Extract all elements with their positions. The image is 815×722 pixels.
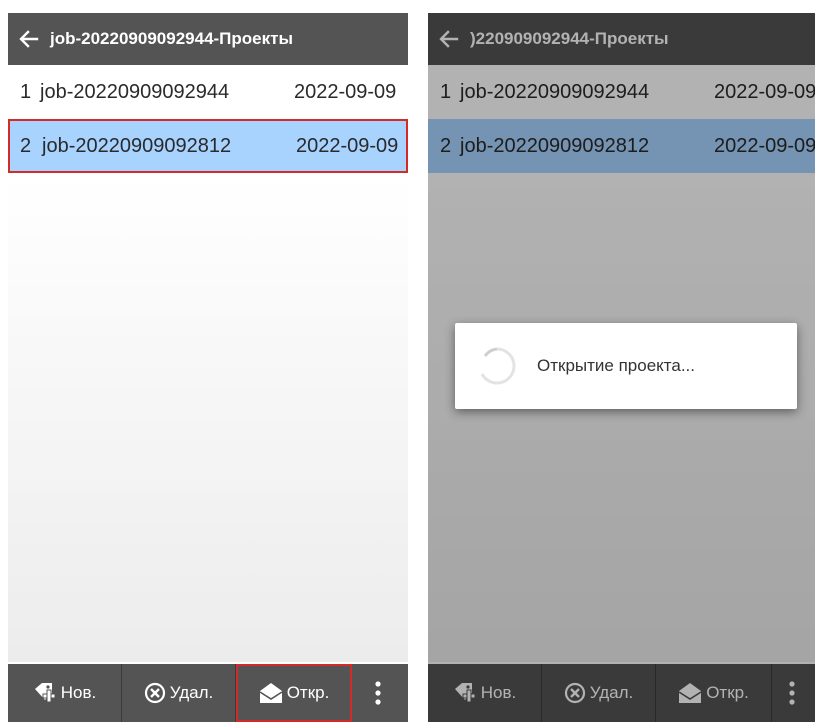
open-button[interactable]: Откр. — [236, 664, 352, 722]
loading-message: Открытие проекта... — [537, 356, 695, 375]
list-empty-area — [8, 173, 408, 662]
project-date: 2022-09-09 — [296, 134, 399, 157]
delete-button-label: Удал. — [169, 683, 214, 702]
project-name: job-20220909092944 — [40, 80, 230, 103]
row-number: 1 — [20, 80, 32, 103]
new-button-label: Нов. — [60, 683, 97, 702]
add-tag-icon — [34, 683, 56, 703]
close-circle-icon — [144, 682, 165, 704]
project-date: 2022-09-09 — [294, 80, 397, 103]
more-vertical-icon — [375, 681, 381, 705]
project-row-2-selected[interactable]: 2 job-20220909092812 2022-09-09 — [8, 119, 408, 173]
open-envelope-icon — [259, 683, 283, 703]
new-button[interactable]: Нов. — [8, 664, 122, 722]
bottom-toolbar: Нов. Удал. Откр. — [8, 664, 408, 722]
more-options-button[interactable] — [352, 664, 408, 722]
delete-button[interactable]: Удал. — [122, 664, 236, 722]
loading-dialog: Открытие проекта... — [455, 323, 797, 409]
page-title: job-20220909092944-Проекты — [50, 29, 293, 48]
arrow-left-icon — [19, 30, 39, 48]
open-button-label: Откр. — [286, 683, 330, 702]
title-bar: job-20220909092944-Проекты — [8, 13, 408, 65]
spinner-icon — [480, 347, 516, 385]
right-screen: )220909092944-Проекты 1 job-202209090929… — [428, 13, 815, 722]
project-row-1[interactable]: 1 job-20220909092944 2022-09-09 — [8, 65, 408, 119]
row-number: 2 — [20, 134, 32, 157]
left-screen: job-20220909092944-Проекты 1 job-2022090… — [8, 13, 408, 722]
project-list: 1 job-20220909092944 2022-09-09 2 job-20… — [8, 65, 408, 173]
back-button[interactable] — [8, 13, 50, 65]
project-name: job-20220909092812 — [42, 134, 232, 157]
